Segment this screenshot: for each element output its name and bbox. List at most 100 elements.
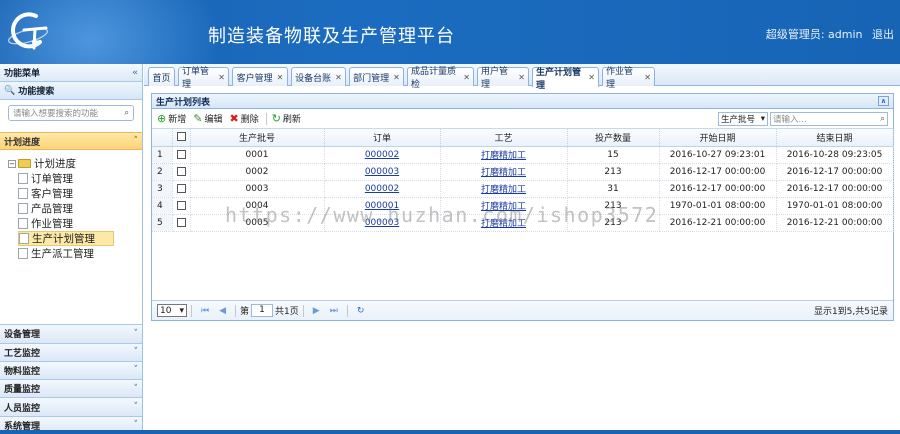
- search-icon[interactable]: ⌕: [124, 108, 129, 118]
- grid-search-input[interactable]: 请输入... ⌕: [770, 112, 888, 126]
- tab-equipment-ledger[interactable]: 设备台账 ✕: [291, 67, 346, 86]
- chevron-down-icon[interactable]: ˅: [134, 384, 139, 394]
- chevron-down-icon[interactable]: ˅: [134, 402, 139, 412]
- function-search-placeholder: 请输入想要搜索的功能: [13, 109, 99, 119]
- last-page-icon[interactable]: ⏭: [330, 306, 338, 316]
- close-icon[interactable]: ✕: [518, 73, 525, 82]
- chevron-down-icon[interactable]: ˅: [134, 420, 139, 430]
- tab-user[interactable]: 用户管理 ✕: [477, 67, 529, 90]
- process-link[interactable]: 打磨精加工: [481, 151, 526, 161]
- first-page-icon[interactable]: ⏮: [201, 306, 209, 316]
- col-order[interactable]: 订单: [324, 129, 441, 147]
- refresh-button[interactable]: ↻ 刷新: [272, 112, 301, 125]
- row-checkbox[interactable]: [176, 183, 186, 193]
- process-link[interactable]: 打磨精加工: [481, 168, 526, 178]
- delete-button[interactable]: ✖ 删除: [229, 112, 258, 125]
- page-size-select[interactable]: 10 ▾: [157, 304, 187, 317]
- cell-start-date: 2016-12-17 00:00:00: [659, 180, 777, 198]
- row-number-header: [152, 129, 173, 147]
- close-icon[interactable]: ✕: [277, 73, 284, 82]
- edit-button[interactable]: ✎ 编辑: [193, 112, 222, 125]
- section-equipment[interactable]: 设备管理 ˅: [0, 324, 142, 343]
- tree-item-job[interactable]: 作业管理: [18, 216, 142, 231]
- dropdown-arrow-icon[interactable]: ▾: [179, 306, 184, 316]
- col-batch[interactable]: 生产批号: [190, 129, 325, 147]
- close-icon[interactable]: ✕: [335, 73, 342, 82]
- close-icon[interactable]: ✕: [218, 73, 225, 82]
- cell-qty: 213: [567, 163, 660, 181]
- row-checkbox-cell[interactable]: [172, 197, 191, 215]
- order-link[interactable]: 000003: [365, 167, 399, 177]
- tree-item-customer[interactable]: 客户管理: [18, 186, 142, 201]
- section-quality[interactable]: 质量监控 ˅: [0, 379, 142, 398]
- col-end-date[interactable]: 结束日期: [776, 129, 894, 147]
- table-row[interactable]: 3 0003 000002 打磨精加工 31 2016-12-17 00:00:…: [152, 180, 894, 198]
- search-icon[interactable]: ⌕: [880, 114, 885, 124]
- close-icon[interactable]: ✕: [588, 73, 595, 82]
- process-link[interactable]: 打磨精加工: [481, 202, 526, 212]
- order-link[interactable]: 000003: [365, 218, 399, 228]
- collapse-panel-icon[interactable]: ∧: [878, 96, 889, 106]
- tab-order[interactable]: 订单管理 ✕: [178, 67, 229, 90]
- close-icon[interactable]: ✕: [644, 73, 651, 82]
- user-label: 超级管理员: admin: [765, 28, 863, 41]
- next-page-icon[interactable]: ▶: [313, 306, 320, 316]
- chevron-down-icon[interactable]: ˅: [134, 347, 139, 357]
- table-row[interactable]: 5 0005 000003 打磨精加工 213 2016-12-21 00:00…: [152, 214, 894, 232]
- row-checkbox[interactable]: [176, 166, 186, 176]
- tab-customer[interactable]: 客户管理 ✕: [232, 67, 288, 86]
- section-plan-progress[interactable]: 计划进度 ˄: [0, 132, 142, 150]
- tree-root[interactable]: − 计划进度: [8, 156, 142, 171]
- select-all-header[interactable]: [172, 129, 191, 147]
- order-link[interactable]: 000001: [365, 201, 399, 211]
- function-search-input[interactable]: 请输入想要搜索的功能 ⌕: [8, 105, 134, 121]
- select-all-checkbox[interactable]: [176, 132, 186, 142]
- row-checkbox-cell[interactable]: [172, 214, 191, 232]
- cell-order: 000003: [324, 214, 441, 232]
- current-page-input[interactable]: 1: [251, 304, 274, 317]
- sidebar-sections: 设备管理 ˅ 工艺监控 ˅ 物料监控 ˅ 质量监控 ˅ 人员监控 ˅ 系统管理 ˅: [0, 324, 142, 434]
- close-icon[interactable]: ✕: [463, 73, 470, 82]
- collapse-node-icon[interactable]: −: [8, 159, 16, 168]
- add-button[interactable]: ⊕ 新增: [157, 112, 186, 125]
- section-material[interactable]: 物料监控 ˅: [0, 360, 142, 380]
- col-start-date[interactable]: 开始日期: [659, 129, 777, 147]
- row-checkbox[interactable]: [176, 200, 186, 210]
- table-row[interactable]: 2 0002 000003 打磨精加工 213 2016-12-17 00:00…: [152, 163, 894, 181]
- close-icon[interactable]: ✕: [393, 73, 400, 82]
- tab-label: 生产计划管理: [536, 67, 582, 91]
- tree-item-order[interactable]: 订单管理: [18, 171, 142, 186]
- tree-item-product[interactable]: 产品管理: [18, 201, 142, 216]
- tab-department[interactable]: 部门管理 ✕: [349, 67, 404, 86]
- row-checkbox-cell[interactable]: [172, 146, 191, 164]
- tree-item-dispatch[interactable]: 生产派工管理: [18, 246, 142, 261]
- tab-quality-check[interactable]: 成品计量质检 ✕: [407, 67, 474, 90]
- dropdown-arrow-icon[interactable]: ▾: [761, 114, 765, 124]
- chevron-down-icon[interactable]: ˅: [134, 365, 139, 375]
- tree-item-production-plan[interactable]: 生产计划管理: [18, 231, 114, 246]
- refresh-icon[interactable]: ↻: [357, 306, 365, 316]
- row-checkbox-cell[interactable]: [172, 163, 191, 181]
- tab-production-plan[interactable]: 生产计划管理 ✕: [532, 67, 599, 91]
- tab-home[interactable]: 首页: [148, 67, 175, 86]
- process-link[interactable]: 打磨精加工: [481, 219, 526, 229]
- col-qty[interactable]: 投产数量: [567, 129, 660, 147]
- collapse-sidebar-icon[interactable]: «: [132, 68, 138, 78]
- logout-link[interactable]: 退出: [872, 28, 894, 41]
- order-link[interactable]: 000002: [365, 150, 399, 160]
- table-row[interactable]: 4 0004 000001 打磨精加工 213 1970-01-01 08:00…: [152, 197, 894, 215]
- row-checkbox[interactable]: [176, 217, 186, 227]
- chevron-up-icon[interactable]: ˄: [134, 136, 139, 146]
- process-link[interactable]: 打磨精加工: [481, 185, 526, 195]
- table-row[interactable]: 1 0001 000002 打磨精加工 15 2016-10-27 09:23:…: [152, 146, 894, 164]
- tab-job[interactable]: 作业管理 ✕: [602, 67, 655, 90]
- section-personnel[interactable]: 人员监控 ˅: [0, 397, 142, 416]
- prev-page-icon[interactable]: ◀: [219, 306, 226, 316]
- section-process[interactable]: 工艺监控 ˅: [0, 342, 142, 361]
- row-checkbox-cell[interactable]: [172, 180, 191, 198]
- order-link[interactable]: 000002: [365, 184, 399, 194]
- row-checkbox[interactable]: [176, 149, 186, 159]
- col-process[interactable]: 工艺: [440, 129, 568, 147]
- search-field-select[interactable]: 生产批号 ▾: [718, 112, 768, 126]
- chevron-down-icon[interactable]: ˅: [134, 329, 139, 339]
